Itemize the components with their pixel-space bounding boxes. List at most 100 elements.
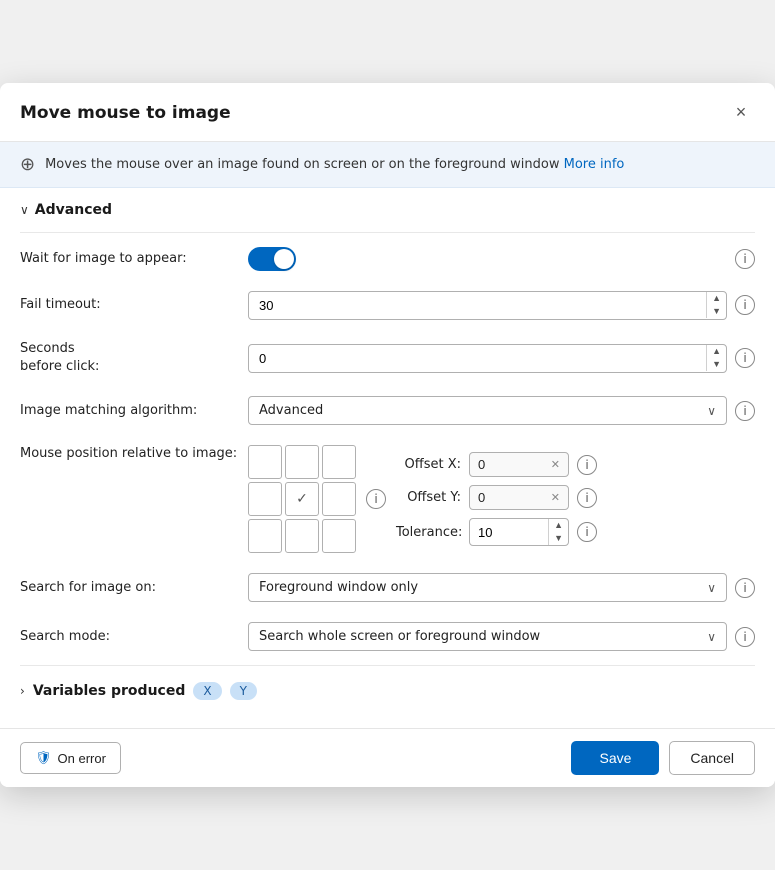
- fail-timeout-input[interactable]: [249, 292, 706, 319]
- image-matching-arrow-icon: ∨: [707, 404, 716, 418]
- pos-cell-tc[interactable]: [285, 445, 319, 479]
- offset-x-info-icon[interactable]: i: [577, 455, 597, 475]
- offset-x-clear-icon[interactable]: ✕: [551, 458, 560, 471]
- titlebar: Move mouse to image ×: [0, 83, 775, 142]
- wait-for-image-toggle[interactable]: [248, 247, 296, 271]
- tolerance-label: Tolerance:: [396, 525, 461, 540]
- pos-cell-br[interactable]: [322, 519, 356, 553]
- banner-text: Moves the mouse over an image found on s…: [45, 157, 624, 172]
- dialog-title: Move mouse to image: [20, 103, 231, 123]
- search-mode-row: Search mode: Search whole screen or fore…: [20, 612, 755, 661]
- variables-chevron: ›: [20, 684, 25, 698]
- pos-cell-ml[interactable]: [248, 482, 282, 516]
- variables-section-title: Variables produced: [33, 683, 186, 699]
- tolerance-input-wrap: ▲ ▼: [469, 518, 569, 546]
- search-mode-select[interactable]: Search whole screen or foreground window…: [248, 622, 727, 651]
- footer: 🛡 On error Save Cancel: [0, 728, 775, 787]
- tolerance-up[interactable]: ▲: [549, 519, 568, 532]
- seconds-before-click-input-wrap: ▲ ▼: [248, 344, 727, 373]
- tolerance-down[interactable]: ▼: [549, 532, 568, 545]
- pos-cell-mr[interactable]: [322, 482, 356, 516]
- advanced-section-title: Advanced: [35, 202, 112, 218]
- image-matching-label: Image matching algorithm:: [20, 402, 240, 420]
- seconds-before-click-up[interactable]: ▲: [707, 345, 726, 358]
- tolerance-spinners: ▲ ▼: [548, 519, 568, 545]
- footer-right: Save Cancel: [571, 741, 755, 775]
- tolerance-input[interactable]: [470, 521, 548, 544]
- cursor-icon: ⊕: [20, 154, 35, 175]
- offset-y-clear-icon[interactable]: ✕: [551, 491, 560, 504]
- on-error-button[interactable]: 🛡 On error: [20, 742, 121, 774]
- wait-for-image-info-icon[interactable]: i: [735, 249, 755, 269]
- wait-for-image-row: Wait for image to appear: i: [20, 237, 755, 281]
- checkmark-icon: ✓: [296, 491, 308, 507]
- wait-for-image-label: Wait for image to appear:: [20, 250, 240, 268]
- offset-y-info-icon[interactable]: i: [577, 488, 597, 508]
- mouse-position-row: Mouse position relative to image: ✓: [20, 435, 755, 563]
- fail-timeout-spinners: ▲ ▼: [706, 292, 726, 318]
- variable-y-badge: Y: [230, 682, 257, 700]
- seconds-before-click-down[interactable]: ▼: [707, 358, 726, 371]
- fail-timeout-up[interactable]: ▲: [707, 292, 726, 305]
- image-matching-row: Image matching algorithm: Advanced ∨ i: [20, 386, 755, 435]
- pos-cell-tr[interactable]: [322, 445, 356, 479]
- search-for-image-row: Search for image on: Foreground window o…: [20, 563, 755, 612]
- search-for-image-select[interactable]: Foreground window only ∨: [248, 573, 727, 602]
- toggle-knob: [274, 249, 294, 269]
- tolerance-row: Tolerance: ▲ ▼ i: [396, 518, 597, 546]
- fail-timeout-label: Fail timeout:: [20, 296, 240, 314]
- on-error-label: On error: [58, 751, 106, 766]
- seconds-before-click-spinners: ▲ ▼: [706, 345, 726, 371]
- position-grid: ✓: [248, 445, 356, 553]
- image-matching-info-icon[interactable]: i: [735, 401, 755, 421]
- offset-x-label: Offset X:: [396, 457, 461, 472]
- fail-timeout-info-icon[interactable]: i: [735, 295, 755, 315]
- variables-section-toggle[interactable]: › Variables produced X Y: [20, 670, 755, 712]
- image-matching-select[interactable]: Advanced ∨: [248, 396, 727, 425]
- seconds-before-click-row: Seconds before click: ▲ ▼ i: [20, 330, 755, 386]
- search-mode-value: Search whole screen or foreground window: [259, 629, 540, 644]
- mouse-position-info-icon[interactable]: i: [366, 489, 386, 509]
- offset-y-label: Offset Y:: [396, 490, 461, 505]
- offset-y-input[interactable]: [478, 490, 528, 505]
- more-info-link[interactable]: More info: [564, 157, 625, 172]
- fail-timeout-control: ▲ ▼: [248, 291, 727, 320]
- offset-x-input[interactable]: [478, 457, 528, 472]
- wait-for-image-control: [248, 247, 727, 271]
- variable-x-badge: X: [193, 682, 221, 700]
- fail-timeout-input-wrap: ▲ ▼: [248, 291, 727, 320]
- info-banner: ⊕ Moves the mouse over an image found on…: [0, 142, 775, 188]
- offset-x-input-wrap: ✕: [469, 452, 569, 477]
- pos-cell-mc[interactable]: ✓: [285, 482, 319, 516]
- offset-y-row: Offset Y: ✕ i: [396, 485, 597, 510]
- offset-x-row: Offset X: ✕ i: [396, 452, 597, 477]
- search-for-image-label: Search for image on:: [20, 579, 240, 597]
- fail-timeout-row: Fail timeout: ▲ ▼ i: [20, 281, 755, 330]
- save-button[interactable]: Save: [571, 741, 659, 775]
- seconds-before-click-control: ▲ ▼: [248, 344, 727, 373]
- pos-cell-bc[interactable]: [285, 519, 319, 553]
- cancel-button[interactable]: Cancel: [669, 741, 755, 775]
- search-mode-info-icon[interactable]: i: [735, 627, 755, 647]
- search-for-image-arrow-icon: ∨: [707, 581, 716, 595]
- footer-left: 🛡 On error: [20, 742, 121, 774]
- search-mode-control: Search whole screen or foreground window…: [248, 622, 727, 651]
- pos-cell-bl[interactable]: [248, 519, 282, 553]
- image-matching-control: Advanced ∨: [248, 396, 727, 425]
- advanced-section-toggle[interactable]: ∨ Advanced: [20, 188, 755, 228]
- seconds-before-click-info-icon[interactable]: i: [735, 348, 755, 368]
- search-for-image-info-icon[interactable]: i: [735, 578, 755, 598]
- shield-icon: 🛡: [35, 750, 52, 766]
- content-area: ∨ Advanced Wait for image to appear: i F…: [0, 188, 775, 728]
- close-button[interactable]: ×: [727, 99, 755, 127]
- tolerance-info-icon[interactable]: i: [577, 522, 597, 542]
- fail-timeout-down[interactable]: ▼: [707, 305, 726, 318]
- search-mode-label: Search mode:: [20, 628, 240, 646]
- seconds-before-click-input[interactable]: [249, 345, 706, 372]
- advanced-chevron: ∨: [20, 203, 29, 217]
- pos-cell-tl[interactable]: [248, 445, 282, 479]
- search-for-image-control: Foreground window only ∨: [248, 573, 727, 602]
- mouse-position-label: Mouse position relative to image:: [20, 445, 240, 463]
- offset-y-input-wrap: ✕: [469, 485, 569, 510]
- offset-section: Offset X: ✕ i Offset Y: ✕ i: [396, 452, 597, 546]
